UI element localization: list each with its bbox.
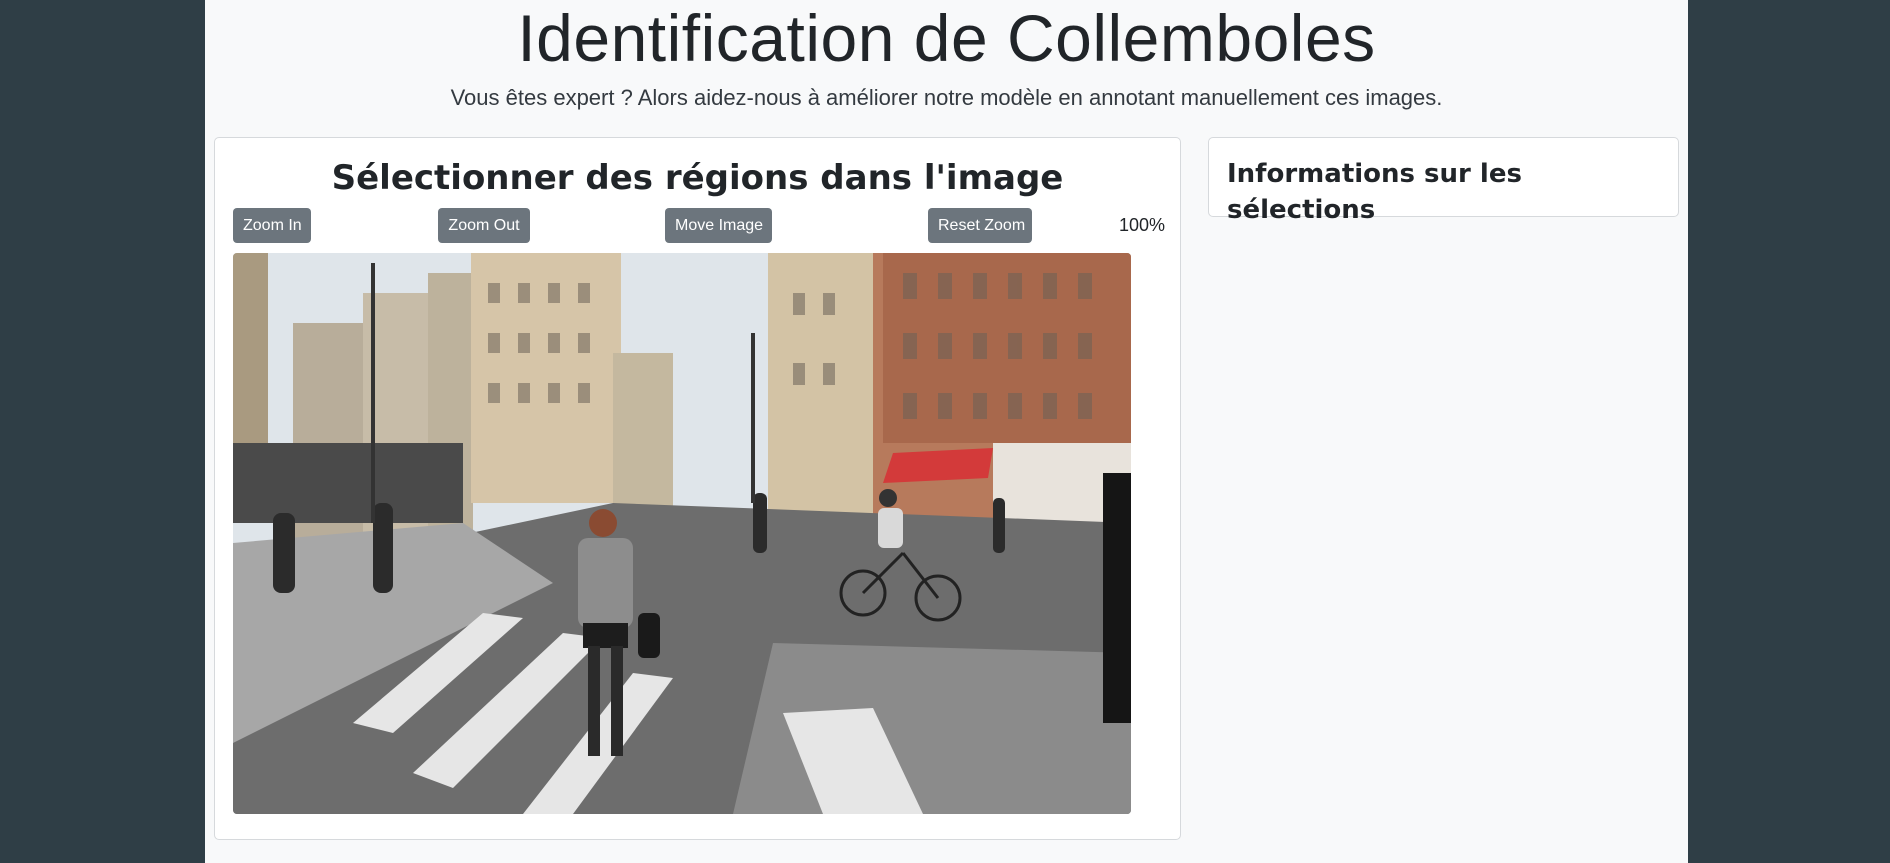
selection-card-title: Sélectionner des régions dans l'image [331, 158, 1064, 198]
selection-info-card: Informations sur les sélections [1208, 137, 1679, 225]
page-subtitle: Vous êtes expert ? Alors aidez-nous à am… [450, 85, 1443, 110]
page-container: Identification de Collemboles Vous êtes … [205, 0, 1688, 863]
image-canvas[interactable] [233, 253, 1131, 814]
zoom-in-button[interactable]: Zoom In [233, 208, 311, 243]
zoom-level-indicator: 100% [1119, 215, 1166, 235]
selection-info-title: Informations sur les sélections [1227, 159, 1522, 225]
street-scene-image [233, 253, 1131, 814]
reset-zoom-button[interactable]: Reset Zoom [928, 208, 1032, 243]
zoom-out-button[interactable]: Zoom Out [438, 208, 530, 243]
selection-card: Sélectionner des régions dans l'image Zo… [214, 137, 1181, 840]
page-title: Identification de Collemboles [517, 1, 1376, 75]
move-image-button[interactable]: Move Image [665, 208, 772, 243]
